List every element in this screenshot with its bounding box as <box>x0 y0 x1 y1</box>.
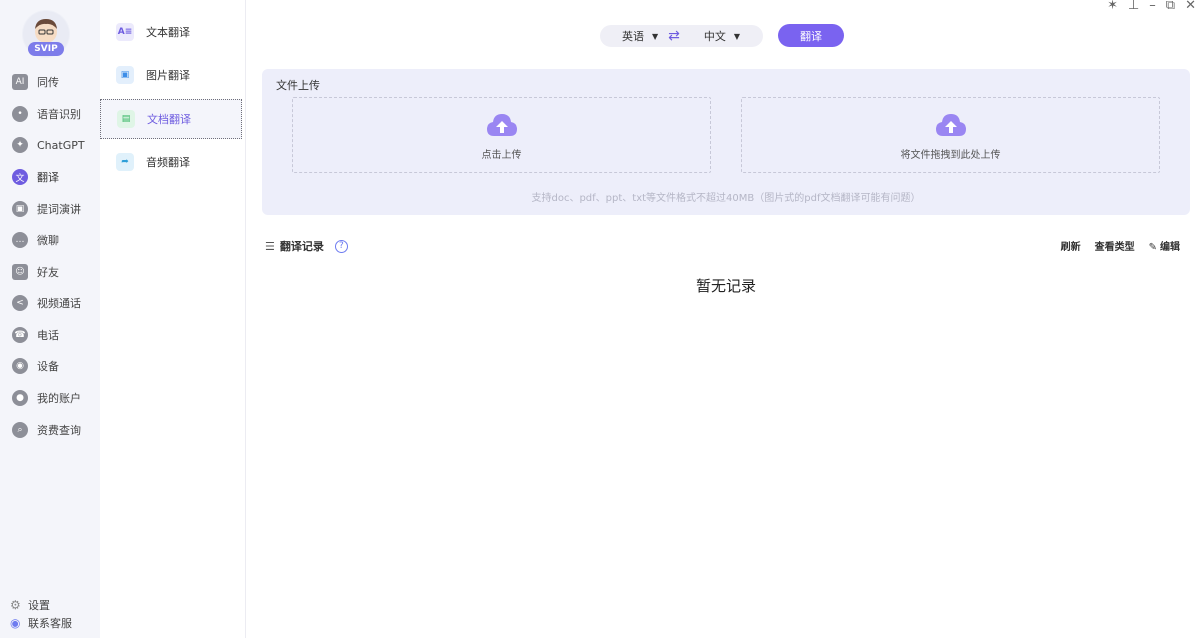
close-icon[interactable]: ✕ <box>1185 0 1196 14</box>
source-language-value: 英语 <box>622 30 644 43</box>
nav-item-label: 设备 <box>37 360 59 373</box>
sub-item-label: 文本翻译 <box>146 26 190 39</box>
cloud-upload-icon <box>486 114 517 136</box>
sub-item-audio-translate[interactable]: ➦ 音频翻译 <box>100 142 242 182</box>
minimize-icon[interactable]: – <box>1149 0 1156 14</box>
nav-item-label: 电话 <box>37 329 59 342</box>
nav-item-phone[interactable]: ☎ 电话 <box>0 323 100 347</box>
empty-records-message: 暂无记录 <box>695 277 756 295</box>
edit-label: 编辑 <box>1160 242 1180 253</box>
help-icon[interactable]: ? <box>334 239 348 253</box>
pin-top-icon[interactable]: ⊥ <box>1128 0 1139 14</box>
caret-down-icon: ▼ <box>733 31 741 41</box>
restore-icon[interactable]: ⧉ <box>1166 0 1175 14</box>
list-icon: ☰ <box>265 239 275 253</box>
search-icon: ⌕ <box>12 422 28 438</box>
file-upload-panel: 文件上传 点击上传 将文件拖拽到此处上传 支持doc、pdf、ppt、txt等文… <box>262 69 1190 215</box>
gear-icon: ⚙ <box>10 598 21 612</box>
translation-records-header: ☰ 翻译记录 ? <box>265 238 348 254</box>
nav-item-microchat[interactable]: … 微聊 <box>0 228 100 252</box>
audio-translate-icon: ➦ <box>116 153 134 171</box>
sub-item-label: 图片翻译 <box>146 69 190 82</box>
image-translate-icon: ▣ <box>116 66 134 84</box>
nav-item-billing[interactable]: ⌕ 资费查询 <box>0 418 100 442</box>
nav-item-label: 提词演讲 <box>37 203 81 216</box>
nav-item-label: 同传 <box>37 76 59 89</box>
sub-item-image-translate[interactable]: ▣ 图片翻译 <box>100 55 242 95</box>
records-actions: 刷新 查看类型 ✎ 编辑 <box>1061 238 1180 253</box>
sub-item-document-translate[interactable]: ▤ 文档翻译 <box>100 99 242 139</box>
left-nav: SVIP AI 同传 • 语音识别 ✦ ChatGPT 文 翻译 ▣ 提词演讲 … <box>0 0 100 638</box>
share-icon: < <box>12 295 28 311</box>
document-translate-icon: ▤ <box>117 110 135 128</box>
nav-item-label: 我的账户 <box>37 392 81 405</box>
settings-button[interactable]: ⚙ 设置 <box>0 596 100 614</box>
contacts-icon: ☺ <box>12 264 28 280</box>
nav-item-simultaneous[interactable]: AI 同传 <box>0 70 100 94</box>
svip-badge: SVIP <box>28 42 64 56</box>
nav-item-speech-recognition[interactable]: • 语音识别 <box>0 102 100 126</box>
drag-upload-zone[interactable]: 将文件拖拽到此处上传 <box>741 97 1160 173</box>
nav-item-friends[interactable]: ☺ 好友 <box>0 260 100 284</box>
view-type-button[interactable]: 查看类型 <box>1095 238 1135 253</box>
pin-star-icon[interactable]: ✶ <box>1107 0 1118 14</box>
nav-item-label: 好友 <box>37 266 59 279</box>
nav-item-label: 翻译 <box>37 171 59 184</box>
phone-icon: ☎ <box>12 327 28 343</box>
customer-service-label: 联系客服 <box>28 617 72 630</box>
upload-hint: 支持doc、pdf、ppt、txt等文件格式不超过40MB（图片式的pdf文档翻… <box>531 193 921 204</box>
refresh-button[interactable]: 刷新 <box>1061 238 1081 253</box>
edit-button[interactable]: ✎ 编辑 <box>1149 238 1180 253</box>
click-upload-zone[interactable]: 点击上传 <box>292 97 711 173</box>
nav-item-label: 微聊 <box>37 234 59 247</box>
records-title: 翻译记录 <box>279 240 324 253</box>
ai-subtitle-icon: AI <box>12 74 28 90</box>
account-icon: ● <box>12 390 28 406</box>
nav-item-teleprompter[interactable]: ▣ 提词演讲 <box>0 197 100 221</box>
nav-item-label: 语音识别 <box>37 108 81 121</box>
sub-item-label: 文档翻译 <box>147 113 191 126</box>
settings-label: 设置 <box>28 599 50 612</box>
nav-item-chatgpt[interactable]: ✦ ChatGPT <box>0 133 100 157</box>
sub-item-text-translate[interactable]: A≡ 文本翻译 <box>100 12 242 52</box>
translate-icon: 文 <box>12 169 28 185</box>
caret-down-icon: ▼ <box>652 31 659 41</box>
sub-item-label: 音频翻译 <box>146 156 190 169</box>
swap-language-icon[interactable]: ⇄ <box>668 28 680 44</box>
customer-service-button[interactable]: ◉ 联系客服 <box>0 614 100 632</box>
device-icon: ◉ <box>12 358 28 374</box>
nav-item-my-account[interactable]: ● 我的账户 <box>0 386 100 410</box>
microphone-icon: • <box>12 106 28 122</box>
chat-bubble-icon: … <box>12 232 28 248</box>
target-language-select[interactable]: 中文 ▼ <box>704 28 740 44</box>
window-controls: ✶ ⊥ – ⧉ ✕ <box>1107 0 1200 14</box>
nav-item-device[interactable]: ◉ 设备 <box>0 354 100 378</box>
nav-item-label: 视频通话 <box>37 297 81 310</box>
panel-title: 文件上传 <box>276 79 320 92</box>
translate-button[interactable]: 翻译 <box>778 24 844 47</box>
source-language-select[interactable]: 英语 ▼ <box>622 28 658 44</box>
teleprompter-icon: ▣ <box>12 201 28 217</box>
nav-item-label: ChatGPT <box>37 138 85 152</box>
edit-icon: ✎ <box>1148 242 1157 253</box>
target-language-value: 中文 <box>703 30 726 43</box>
support-icon: ◉ <box>10 616 21 630</box>
text-translate-icon: A≡ <box>116 23 134 41</box>
translate-sub-nav: A≡ 文本翻译 ▣ 图片翻译 ▤ 文档翻译 ➦ 音频翻译 <box>100 0 246 638</box>
language-selector: 英语 ▼ ⇄ 中文 ▼ <box>600 25 763 47</box>
nav-item-label: 资费查询 <box>37 424 81 437</box>
drag-upload-label: 将文件拖拽到此处上传 <box>900 150 1001 161</box>
chatgpt-icon: ✦ <box>12 137 28 153</box>
nav-item-translate[interactable]: 文 翻译 <box>0 165 100 189</box>
nav-item-video-call[interactable]: < 视频通话 <box>0 291 100 315</box>
cloud-upload-icon <box>935 114 966 136</box>
click-upload-label: 点击上传 <box>481 150 522 161</box>
